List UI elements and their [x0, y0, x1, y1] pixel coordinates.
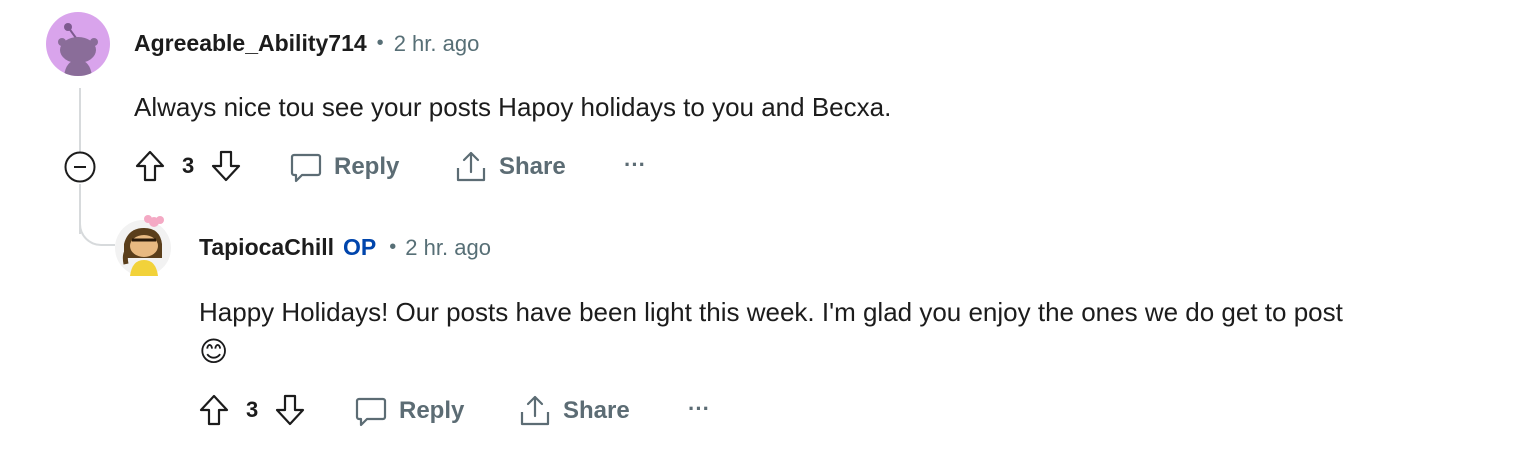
vote-count: 3 — [182, 153, 195, 178]
share-icon — [456, 151, 486, 182]
more-options-button[interactable]: ··· — [688, 396, 710, 422]
comment-body: Always nice tou see your posts Hapoy hol… — [134, 92, 892, 122]
share-label: Share — [499, 153, 566, 180]
downvote-icon — [276, 394, 305, 426]
collapse-icon — [64, 151, 96, 183]
emoji-smile: 😊 — [199, 336, 229, 367]
share-button[interactable]: Share — [455, 150, 566, 184]
reply-label: Reply — [334, 153, 400, 180]
comment-timestamp[interactable]: 2 hr. ago — [394, 31, 480, 57]
share-button[interactable]: Share — [519, 394, 630, 428]
avatar[interactable] — [114, 214, 172, 278]
comment-body: Happy Holidays! Our posts have been ligh… — [199, 297, 1343, 327]
comment-author[interactable]: TapiocaChill — [199, 234, 334, 261]
reply-label: Reply — [399, 397, 465, 424]
meta-separator: • — [376, 32, 384, 54]
downvote-icon — [212, 150, 241, 182]
comment-timestamp[interactable]: 2 hr. ago — [405, 235, 491, 261]
user-avatar-icon — [115, 215, 171, 276]
avatar[interactable] — [46, 12, 110, 76]
upvote-icon — [199, 394, 229, 426]
comment-author[interactable]: Agreeable_Ability714 — [134, 30, 367, 57]
comment-icon — [355, 397, 387, 427]
collapse-button[interactable] — [64, 151, 96, 183]
downvote-button[interactable] — [274, 393, 306, 427]
comment-icon — [290, 153, 322, 183]
more-options-button[interactable]: ··· — [624, 152, 646, 178]
upvote-button[interactable] — [134, 149, 166, 183]
upvote-button[interactable] — [198, 393, 230, 427]
reply-button[interactable]: Reply — [290, 151, 399, 183]
reply-button[interactable]: Reply — [355, 395, 464, 427]
meta-separator: • — [389, 236, 397, 258]
share-label: Share — [563, 397, 630, 424]
more-options-icon: ··· — [624, 152, 646, 177]
share-icon — [520, 395, 550, 426]
snoo-icon — [58, 23, 98, 76]
thread-branch — [79, 200, 115, 246]
op-badge: OP — [343, 234, 377, 260]
downvote-button[interactable] — [210, 149, 242, 183]
vote-count: 3 — [246, 397, 259, 422]
thread-line — [79, 88, 81, 152]
upvote-icon — [135, 150, 165, 182]
more-options-icon: ··· — [688, 396, 710, 421]
